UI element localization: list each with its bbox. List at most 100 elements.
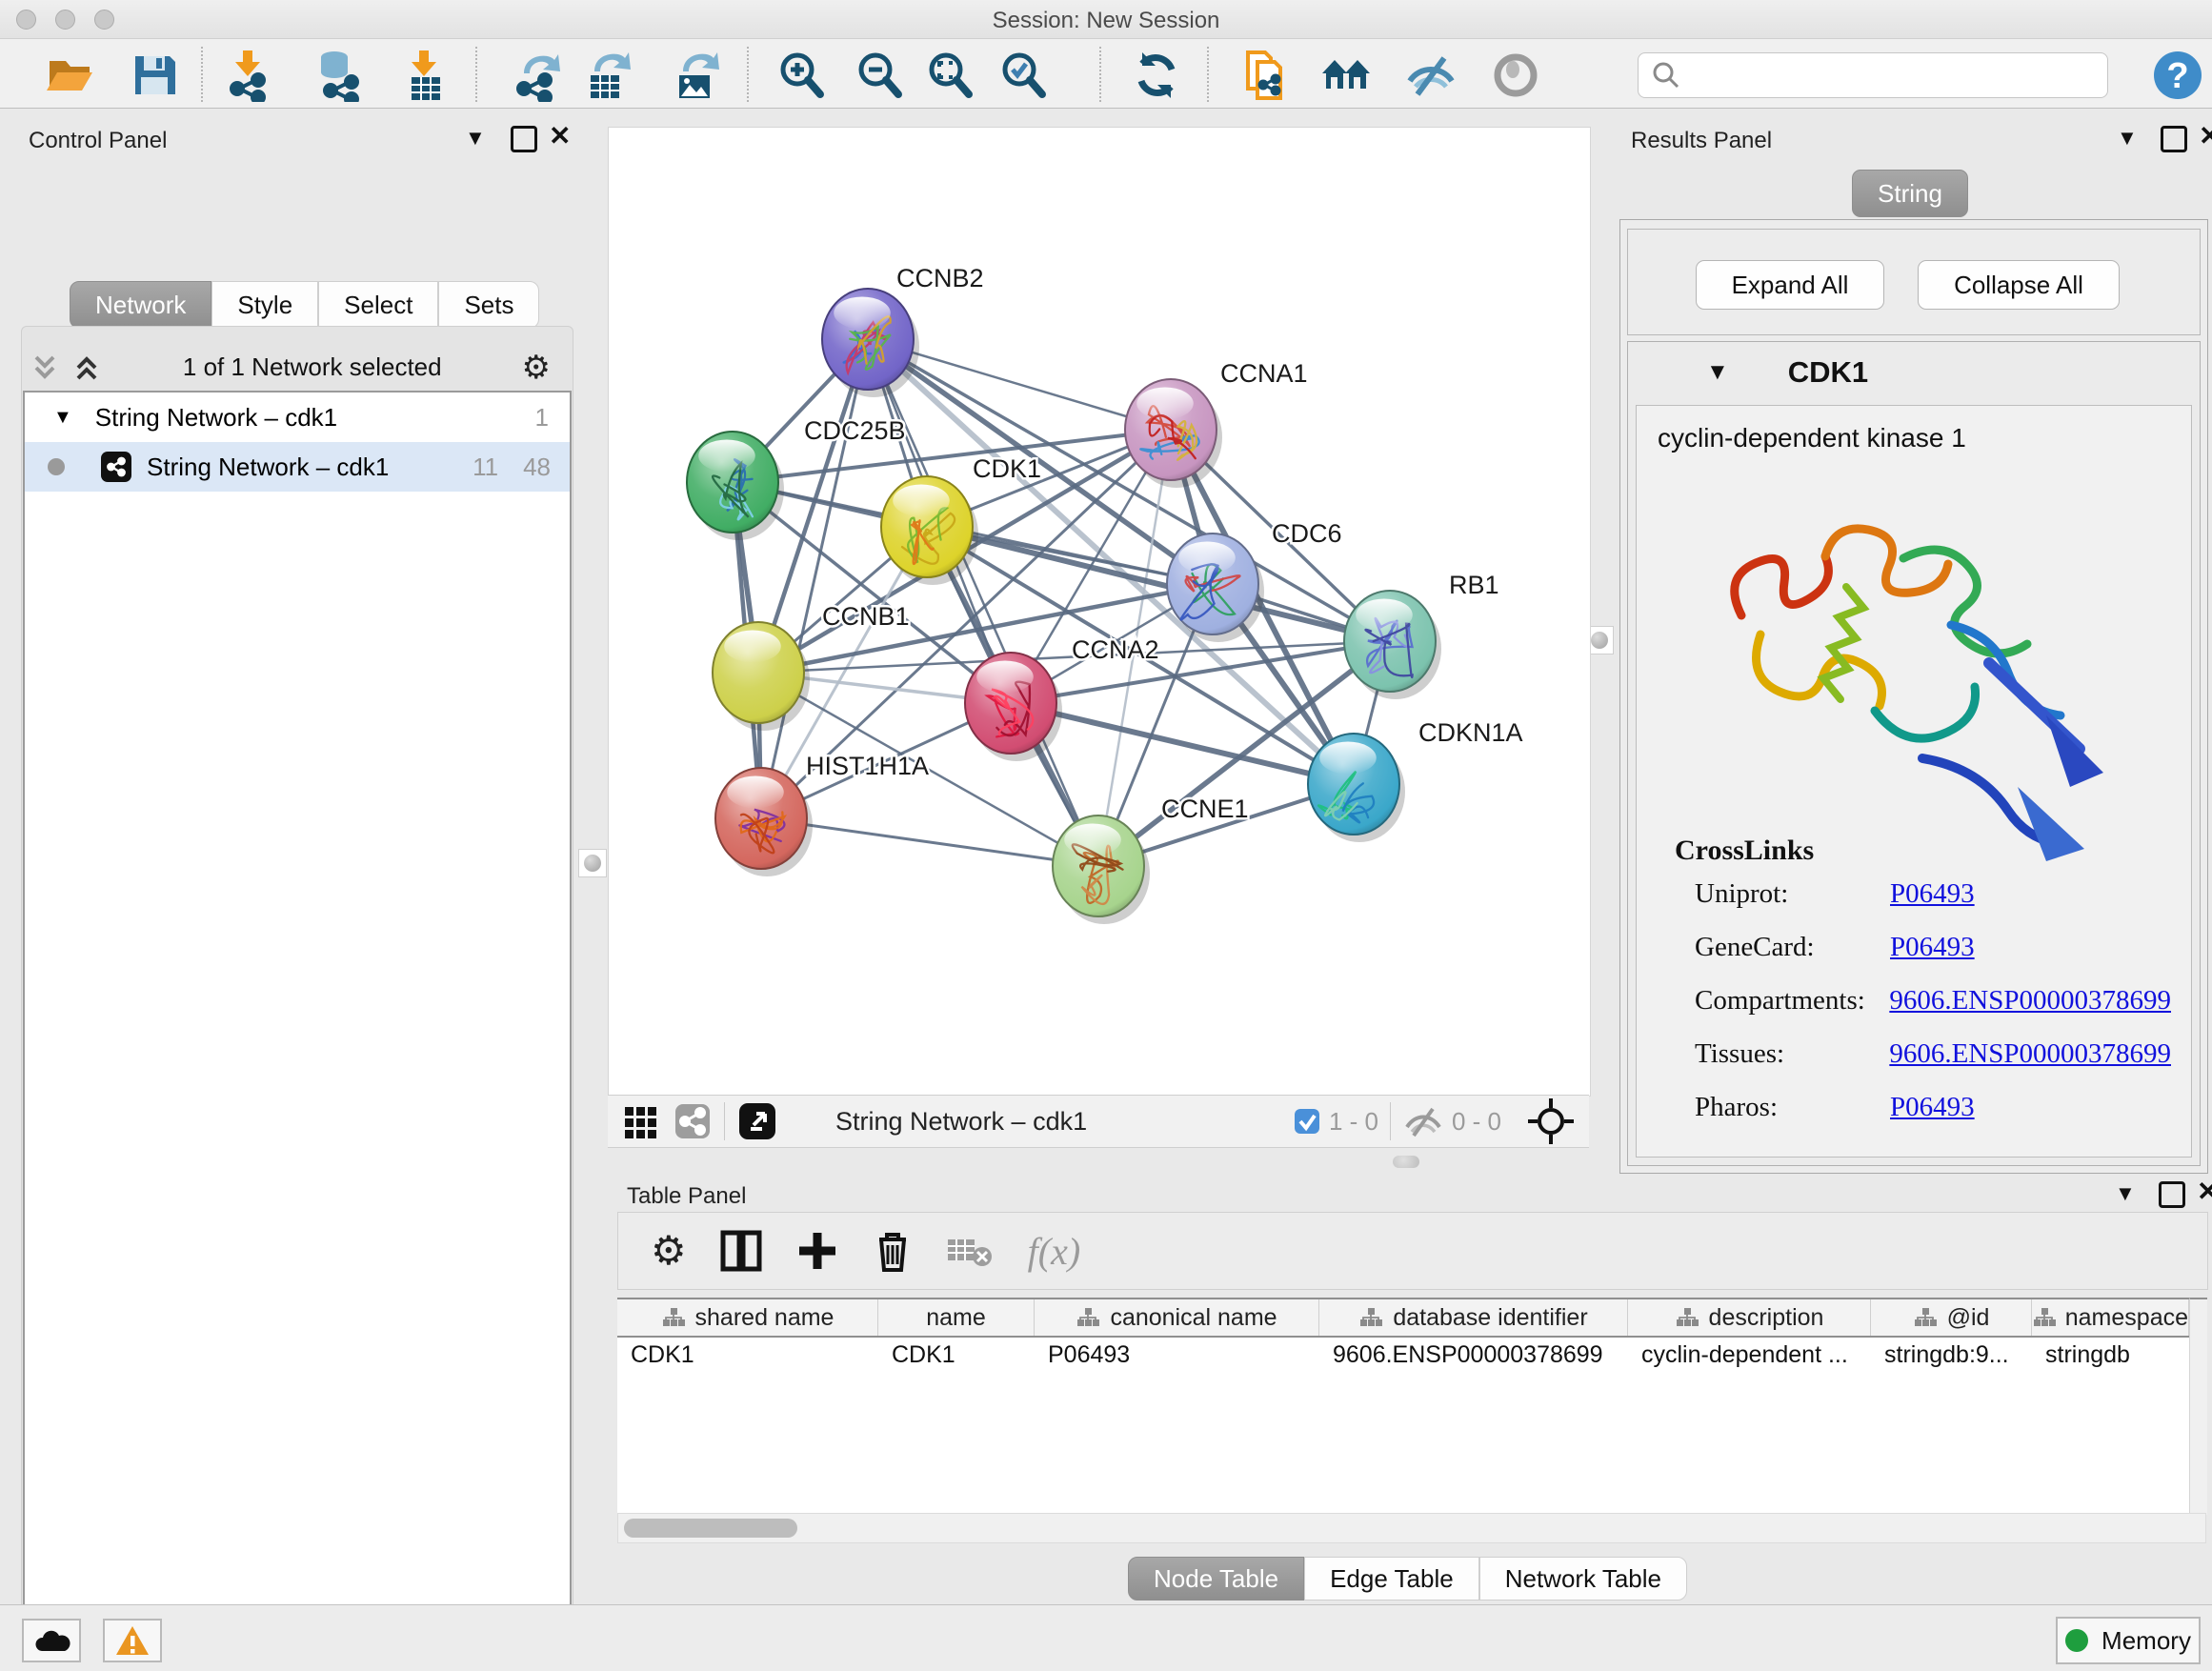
crosslink-link[interactable]: P06493: [1890, 1092, 1975, 1123]
birdseye-view-icon[interactable]: [736, 1100, 778, 1142]
create-column-icon[interactable]: [795, 1229, 839, 1273]
scrollbar-thumb[interactable]: [624, 1519, 797, 1538]
expand-all-icon[interactable]: [70, 352, 103, 384]
left-splitter-handle[interactable]: [578, 849, 607, 877]
table-panel-close-icon[interactable]: ✕: [2197, 1181, 2212, 1202]
node-RB1[interactable]: RB1: [1344, 571, 1499, 699]
collapse-all-button[interactable]: Collapse All: [1918, 260, 2120, 310]
crosslink-link[interactable]: P06493: [1890, 932, 1975, 963]
column-header-canonical-name[interactable]: canonical name: [1035, 1299, 1319, 1336]
zoom-in-icon[interactable]: [774, 49, 828, 102]
cell--id[interactable]: stringdb:9...: [1871, 1338, 2032, 1373]
delete-column-icon[interactable]: [872, 1228, 914, 1274]
show-graphics-icon[interactable]: [1489, 49, 1542, 102]
network-edge-count: 48: [523, 453, 551, 482]
function-builder-icon[interactable]: f(x): [1028, 1229, 1081, 1274]
node-CDKN1A[interactable]: CDKN1A: [1308, 718, 1523, 842]
network-canvas[interactable]: CCNB2CCNA1CDC25BCDK1CDC6RB1CCNB1CCNA2CDK…: [608, 127, 1591, 1097]
horizontal-splitter-handle[interactable]: [1393, 1156, 1419, 1168]
tab-network[interactable]: Network: [70, 281, 211, 329]
column-header-name[interactable]: name: [878, 1299, 1035, 1336]
table-row[interactable]: CDK1CDK1P064939606.ENSP00000378699cyclin…: [617, 1338, 2189, 1373]
copy-share-icon[interactable]: [1238, 49, 1292, 102]
tab-node-table[interactable]: Node Table: [1128, 1557, 1304, 1601]
open-session-icon[interactable]: [42, 49, 95, 102]
tree-expander-icon[interactable]: ▼: [53, 407, 72, 429]
results-panel-collapse-icon[interactable]: ▼: [2117, 126, 2138, 151]
network-row[interactable]: String Network – cdk1 11 48: [25, 442, 570, 492]
export-image-icon[interactable]: [670, 49, 723, 102]
memory-button[interactable]: Memory: [2056, 1617, 2201, 1664]
save-session-icon[interactable]: [128, 49, 181, 102]
network-options-gear-icon[interactable]: ⚙: [522, 349, 551, 387]
crosslink-link[interactable]: 9606.ENSP00000378699: [1889, 985, 2171, 1017]
tab-edge-table[interactable]: Edge Table: [1304, 1557, 1479, 1601]
crosslink-link[interactable]: 9606.ENSP00000378699: [1889, 1038, 2171, 1070]
node-CCNB2[interactable]: CCNB2: [822, 264, 984, 397]
protein-card-header[interactable]: ▼ CDK1: [1628, 342, 2200, 403]
cell-description[interactable]: cyclin-dependent ...: [1628, 1338, 1871, 1373]
table-panel-collapse-icon[interactable]: ▼: [2115, 1181, 2136, 1206]
zoom-selected-icon[interactable]: [996, 49, 1050, 102]
status-bar: Memory: [0, 1604, 2212, 1671]
tab-sets[interactable]: Sets: [438, 281, 539, 329]
hide-selected-icon[interactable]: [1404, 49, 1458, 102]
node-CCNA1[interactable]: CCNA1: [1125, 359, 1308, 488]
warning-status-button[interactable]: [103, 1619, 162, 1662]
cloud-status-button[interactable]: [22, 1619, 81, 1662]
control-panel-collapse-icon[interactable]: ▼: [465, 126, 486, 151]
table-horizontal-scrollbar[interactable]: [617, 1513, 2206, 1543]
cell-database-identifier[interactable]: 9606.ENSP00000378699: [1319, 1338, 1628, 1373]
network-collection-row[interactable]: ▼ String Network – cdk1 1: [25, 393, 570, 442]
import-table-icon[interactable]: [398, 49, 452, 102]
results-panel-float-icon[interactable]: [2161, 126, 2187, 152]
collapse-all-icon[interactable]: [29, 352, 61, 384]
column-header-description[interactable]: description: [1628, 1299, 1871, 1336]
tab-style[interactable]: Style: [211, 281, 318, 329]
column-header-shared-name[interactable]: shared name: [617, 1299, 878, 1336]
import-network-database-icon[interactable]: [313, 49, 367, 102]
table-panel-title: Table Panel: [627, 1183, 746, 1210]
results-panel-close-icon[interactable]: ✕: [2199, 126, 2212, 147]
control-panel-close-icon[interactable]: ✕: [549, 126, 571, 147]
help-icon[interactable]: ?: [2151, 49, 2204, 102]
import-network-file-icon[interactable]: [222, 49, 275, 102]
column-header--id[interactable]: @id: [1871, 1299, 2032, 1336]
node-CDC25B[interactable]: CDC25B: [687, 416, 906, 540]
table-settings-gear-icon[interactable]: ⚙: [651, 1231, 687, 1271]
tab-network-table[interactable]: Network Table: [1479, 1557, 1687, 1601]
column-header-database-identifier[interactable]: database identifier: [1319, 1299, 1628, 1336]
cell-canonical-name[interactable]: P06493: [1035, 1338, 1319, 1373]
table-panel-float-icon[interactable]: [2159, 1181, 2185, 1208]
cell-namespace[interactable]: stringdb: [2032, 1338, 2189, 1373]
zoom-out-icon[interactable]: [853, 49, 906, 102]
search-input[interactable]: [1690, 61, 2107, 90]
node-CCNE1[interactable]: CCNE1: [1053, 795, 1249, 924]
cell-name[interactable]: CDK1: [878, 1338, 1035, 1373]
tab-select[interactable]: Select: [318, 281, 438, 329]
table-panel-tabs: Node Table Edge Table Network Table: [1128, 1557, 1687, 1601]
selected-checkbox-icon[interactable]: [1293, 1107, 1321, 1136]
network-tree: ▼ String Network – cdk1 1 String Network…: [23, 391, 572, 1671]
zoom-fit-icon[interactable]: [923, 49, 976, 102]
first-neighbors-icon[interactable]: [1319, 49, 1373, 102]
node-HIST1H1A[interactable]: HIST1H1A: [715, 752, 929, 876]
crosshair-icon[interactable]: [1526, 1097, 1576, 1146]
column-header-namespace[interactable]: namespace: [2032, 1299, 2189, 1336]
grid-view-icon[interactable]: [621, 1101, 661, 1141]
node-label-RB1: RB1: [1449, 571, 1499, 599]
export-table-icon[interactable]: [581, 49, 634, 102]
expand-all-button[interactable]: Expand All: [1696, 260, 1884, 310]
table-vertical-scrollbar[interactable]: [2189, 1298, 2207, 1515]
show-columns-icon[interactable]: [719, 1229, 763, 1273]
crosslink-link[interactable]: P06493: [1890, 878, 1975, 910]
delete-table-icon[interactable]: [946, 1232, 995, 1270]
tab-string[interactable]: String: [1852, 170, 1968, 217]
refresh-icon[interactable]: [1130, 49, 1183, 102]
cell-shared-name[interactable]: CDK1: [617, 1338, 878, 1373]
results-buttons-box: Expand All Collapse All: [1627, 229, 2201, 335]
export-network-icon[interactable]: [511, 49, 564, 102]
network-list-icon[interactable]: [673, 1101, 713, 1141]
protein-card-expander-icon[interactable]: ▼: [1706, 359, 1729, 386]
control-panel-float-icon[interactable]: [511, 126, 537, 152]
